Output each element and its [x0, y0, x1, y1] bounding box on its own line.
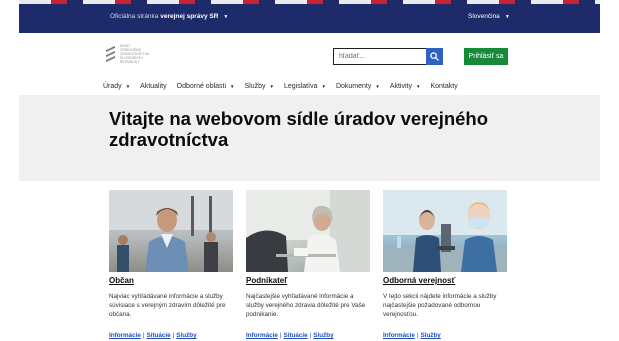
link-separator: | — [172, 332, 175, 339]
nav-item-label: Úrady — [103, 82, 122, 90]
nav-item-label: Legislatíva — [284, 82, 318, 90]
chevron-down-icon: ▼ — [321, 83, 326, 89]
nav-item-aktivity[interactable]: Aktivity ▼ — [390, 83, 421, 90]
chevron-down-icon: ▼ — [415, 83, 421, 89]
link-separator: | — [279, 332, 282, 339]
card-image-business-meeting[interactable] — [246, 190, 370, 272]
logo-text: ÚRAD VEREJNÉHO ZDRAVOTNÍCTVA SLOVENSKEJ … — [120, 44, 149, 64]
link-separator: | — [416, 332, 419, 339]
link-sluzby[interactable]: Služby — [421, 332, 441, 339]
chevron-down-icon: ▼ — [230, 83, 235, 89]
official-site-bold: verejnej správy SR — [160, 13, 219, 20]
site-logo[interactable]: ÚRAD VEREJNÉHO ZDRAVOTNÍCTVA SLOVENSKEJ … — [106, 44, 166, 68]
nav-item-aktuality[interactable]: Aktuality — [140, 83, 166, 90]
link-situacie[interactable]: Situácie — [284, 332, 308, 339]
card-photo — [109, 190, 233, 272]
link-informacie[interactable]: Informácie — [383, 332, 415, 339]
nav-item-label: Kontakty — [430, 82, 458, 90]
link-informacie[interactable]: Informácie — [109, 332, 141, 339]
card-odborna-verejnost: Odborná verejnosť V tejto sekcii nájdete… — [383, 190, 507, 339]
nav-item-dokumenty[interactable]: Dokumenty ▼ — [336, 83, 380, 90]
search-button[interactable] — [426, 48, 443, 65]
card-title-link[interactable]: Občan — [109, 276, 233, 285]
nav-item-label: Aktuality — [140, 82, 167, 90]
page-title: Vitajte na webovom sídle úradov verejnéh… — [109, 108, 489, 150]
card-image-man-smiling[interactable] — [109, 190, 233, 272]
chevron-down-icon: ▼ — [269, 83, 274, 89]
card-links: Informácie | Situácie | Služby — [246, 332, 334, 339]
login-button[interactable]: Prihlásiť sa — [464, 48, 508, 65]
search-input[interactable] — [333, 48, 428, 65]
card-description: V tejto sekcii nájdete informácie a služ… — [383, 293, 497, 318]
card-photo — [383, 190, 507, 272]
link-informacie[interactable]: Informácie — [246, 332, 278, 339]
card-links: Informácie | Situácie | Služby — [109, 332, 197, 339]
link-separator: | — [142, 332, 145, 339]
page-gutter-left — [0, 0, 19, 341]
flag-stripe — [19, 0, 600, 4]
official-site-prefix: Oficiálna stránka — [110, 13, 161, 20]
card-title-link[interactable]: Podnikateľ — [246, 276, 370, 285]
site-header: ÚRAD VEREJNÉHO ZDRAVOTNÍCTVA SLOVENSKEJ … — [19, 33, 600, 77]
nav-item-kontakty[interactable]: Kontakty — [430, 83, 457, 90]
card-podnikatel: Podnikateľ Najčastejšie vyhľadávané info… — [246, 190, 370, 339]
card-description: Najčastejšie vyhľadávané informácie a sl… — [246, 293, 366, 318]
search-icon — [430, 52, 439, 61]
card-links: Informácie | Služby — [383, 332, 441, 339]
card-title-link[interactable]: Odborná verejnosť — [383, 276, 507, 285]
main-nav: Úrady ▼ Aktuality Odborné oblasti ▼ Služby… — [19, 77, 600, 95]
nav-item-odborne-oblasti[interactable]: Odborné oblasti ▼ — [177, 83, 235, 90]
link-sluzby[interactable]: Služby — [176, 332, 196, 339]
link-sluzby[interactable]: Služby — [313, 332, 333, 339]
nav-item-urady[interactable]: Úrady ▼ — [103, 83, 130, 90]
nav-item-legislativa[interactable]: Legislatíva ▼ — [284, 83, 326, 90]
hero-banner: Vitajte na webovom sídle úradov verejnéh… — [19, 95, 600, 181]
official-site-toggle[interactable]: Oficiálna stránka verejnej správy SR ▼ — [110, 13, 228, 20]
card-description: Najviac vyhľadávané informácie a služby … — [109, 293, 226, 318]
gov-top-bar: Oficiálna stránka verejnej správy SR ▼ Sl… — [19, 0, 600, 33]
card-photo — [246, 190, 370, 272]
nav-item-label: Aktivity — [389, 82, 412, 90]
nav-item-label: Služby — [244, 82, 266, 90]
language-label: Slovenčina — [468, 13, 500, 20]
chevron-down-icon: ▼ — [125, 83, 131, 89]
chevron-down-icon: ▼ — [504, 14, 510, 20]
nav-item-label: Dokumenty — [335, 82, 372, 90]
nav-item-sluzby[interactable]: Služby ▼ — [245, 83, 274, 90]
card-obcan: Občan Najviac vyhľadávané informácie a s… — [109, 190, 233, 339]
search-form — [333, 48, 443, 65]
chevron-down-icon: ▼ — [223, 14, 229, 20]
card-image-laboratory[interactable] — [383, 190, 507, 272]
page-gutter-right — [600, 0, 619, 341]
language-selector[interactable]: Slovenčina ▼ — [468, 13, 510, 20]
page: Oficiálna stránka verejnej správy SR ▼ Sl… — [19, 0, 600, 341]
chevron-down-icon: ▼ — [375, 83, 380, 89]
link-separator: | — [309, 332, 312, 339]
link-situacie[interactable]: Situácie — [147, 332, 171, 339]
logo-mark-icon — [106, 45, 116, 64]
logo-text-line: REPUBLIKY — [120, 60, 140, 64]
nav-item-label: Odborné oblasti — [176, 82, 227, 90]
